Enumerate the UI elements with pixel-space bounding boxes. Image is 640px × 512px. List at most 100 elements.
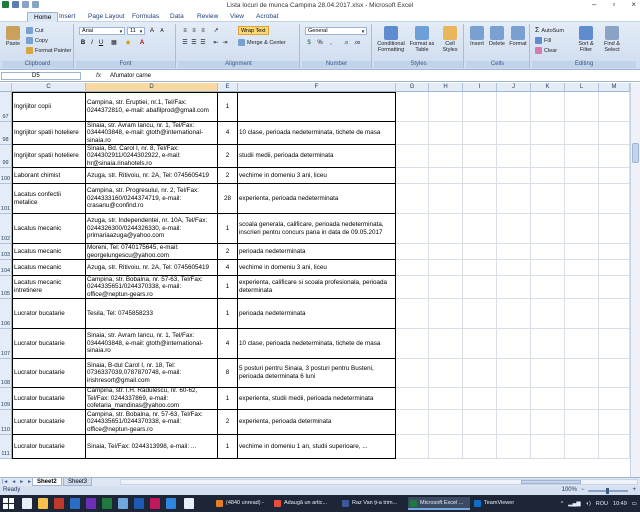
cell-f[interactable]: experienta, studii medii, perioada nedet…: [238, 388, 396, 410]
delete-cells-button[interactable]: Delete: [487, 26, 507, 47]
row-header[interactable]: 107: [0, 329, 12, 359]
row-header[interactable]: 103: [0, 244, 12, 260]
fill-button[interactable]: Fill: [535, 37, 551, 44]
empty-cell[interactable]: [531, 92, 565, 122]
align-left-icon[interactable]: ☰: [181, 39, 189, 47]
cell-f[interactable]: vechime in domeniu 3 ani, liceu: [238, 260, 396, 276]
empty-cell[interactable]: [497, 388, 531, 410]
empty-cell[interactable]: [396, 145, 429, 168]
empty-cell[interactable]: [497, 435, 531, 459]
empty-cell[interactable]: [531, 388, 565, 410]
row-header[interactable]: 98: [0, 122, 12, 145]
cell-d[interactable]: Sinaia, str. Avram Iancu, nr. 1, Tel/Fax…: [86, 122, 218, 145]
cell-e[interactable]: 1: [218, 299, 238, 329]
align-middle-icon[interactable]: ≡: [190, 27, 198, 35]
empty-cell[interactable]: [497, 260, 531, 276]
empty-cell[interactable]: [599, 435, 630, 459]
decrease-decimal-icon[interactable]: .00: [353, 39, 361, 47]
row-header[interactable]: 102: [0, 214, 12, 244]
cell-c[interactable]: Laborant chimist: [12, 168, 86, 184]
empty-cell[interactable]: [463, 299, 497, 329]
cell-f[interactable]: vechime in domeniu 3 ani, liceu: [238, 168, 396, 184]
volume-icon[interactable]: ◖): [586, 501, 591, 507]
empty-cell[interactable]: [429, 329, 463, 359]
empty-cell[interactable]: [396, 388, 429, 410]
empty-cell[interactable]: [497, 359, 531, 388]
empty-cell[interactable]: [429, 359, 463, 388]
number-format-combo[interactable]: General ▼: [305, 27, 367, 35]
cell-e[interactable]: 2: [218, 244, 238, 260]
tab-data[interactable]: Data: [170, 13, 184, 20]
tab-review[interactable]: Review: [197, 13, 218, 20]
cell-d[interactable]: Azuga, str. Independentei, nr. 10A, Tel/…: [86, 214, 218, 244]
cell-d[interactable]: Campina, str. Progresului, nr. 2, Tel/Fa…: [86, 184, 218, 214]
cell-f[interactable]: studii medii, perioada determinata: [238, 145, 396, 168]
word-icon[interactable]: [70, 498, 80, 509]
empty-cell[interactable]: [565, 329, 599, 359]
select-all-corner[interactable]: [0, 83, 12, 92]
empty-cell[interactable]: [463, 410, 497, 435]
currency-icon[interactable]: $: [305, 39, 313, 47]
cell-f[interactable]: 5 posturi pentru Sinaia, 3 posturi pentr…: [238, 359, 396, 388]
empty-cell[interactable]: [396, 168, 429, 184]
cell-e[interactable]: 1: [218, 388, 238, 410]
empty-cell[interactable]: [497, 122, 531, 145]
skype-icon[interactable]: [166, 498, 176, 509]
empty-cell[interactable]: [463, 359, 497, 388]
fill-color-icon[interactable]: ◆: [124, 39, 132, 47]
zoom-out-icon[interactable]: −: [581, 486, 585, 495]
column-header-e[interactable]: E: [218, 83, 238, 92]
column-header-h[interactable]: H: [429, 83, 463, 92]
cell-d[interactable]: Moreni, Tel: 0740175645, e-mail: georgel…: [86, 244, 218, 260]
horizontal-scrollbar[interactable]: [120, 479, 638, 485]
tab-home[interactable]: Home: [27, 12, 59, 22]
empty-cell[interactable]: [599, 260, 630, 276]
empty-cell[interactable]: [565, 276, 599, 299]
font-color-icon[interactable]: A: [138, 39, 146, 47]
empty-cell[interactable]: [531, 260, 565, 276]
empty-cell[interactable]: [463, 435, 497, 459]
empty-cell[interactable]: [497, 168, 531, 184]
find-select-button[interactable]: Find & Select: [600, 26, 624, 53]
column-header-l[interactable]: L: [565, 83, 599, 92]
column-header-m[interactable]: M: [599, 83, 630, 92]
tab-view[interactable]: View: [230, 13, 244, 20]
cell-f[interactable]: 10 clase, perioada nedeterminata, tichet…: [238, 122, 396, 145]
cell-d[interactable]: Sinaia, Bd. Carol I, nr. 8, Tel/Fax: 024…: [86, 145, 218, 168]
prev-sheet-icon[interactable]: ◄: [11, 479, 16, 485]
cell-e[interactable]: 2: [218, 168, 238, 184]
cell-c[interactable]: Ingrijitor spatii hoteliere: [12, 145, 86, 168]
empty-cell[interactable]: [396, 122, 429, 145]
empty-cell[interactable]: [565, 244, 599, 260]
sheet-tab-sheet3[interactable]: Sheet3: [63, 478, 93, 486]
copy-button[interactable]: Copy: [26, 37, 48, 44]
empty-cell[interactable]: [497, 92, 531, 122]
zoom-slider-knob[interactable]: [606, 487, 610, 494]
empty-cell[interactable]: [599, 329, 630, 359]
first-sheet-icon[interactable]: |◄: [2, 479, 8, 485]
empty-cell[interactable]: [463, 244, 497, 260]
empty-cell[interactable]: [429, 410, 463, 435]
minimize-icon[interactable]: –: [592, 0, 596, 9]
cell-f[interactable]: [238, 92, 396, 122]
column-header-g[interactable]: G: [396, 83, 429, 92]
notifications-icon[interactable]: ▭: [632, 501, 637, 507]
format-painter-button[interactable]: Format Painter: [26, 47, 71, 54]
media-icon[interactable]: [150, 498, 160, 509]
empty-cell[interactable]: [429, 145, 463, 168]
cell-c[interactable]: Lacatus mecanic: [12, 244, 86, 260]
outlook-icon[interactable]: [118, 498, 128, 509]
empty-cell[interactable]: [599, 168, 630, 184]
cell-d[interactable]: Sinaia, str. Avram Iancu, nr. 1, Tel/Fax…: [86, 329, 218, 359]
empty-cell[interactable]: [531, 276, 565, 299]
increase-indent-icon[interactable]: ⇥: [221, 39, 229, 47]
cell-d[interactable]: Tesila, Tel: 0745858233: [86, 299, 218, 329]
empty-cell[interactable]: [599, 145, 630, 168]
row-header[interactable]: 108: [0, 359, 12, 388]
close-icon[interactable]: ×: [631, 0, 636, 9]
empty-cell[interactable]: [463, 214, 497, 244]
cell-d[interactable]: Campina, str. I.H. Radulescu, nr. 60-62,…: [86, 388, 218, 410]
empty-cell[interactable]: [531, 329, 565, 359]
percent-icon[interactable]: %: [316, 39, 324, 47]
cell-e[interactable]: 1: [218, 276, 238, 299]
